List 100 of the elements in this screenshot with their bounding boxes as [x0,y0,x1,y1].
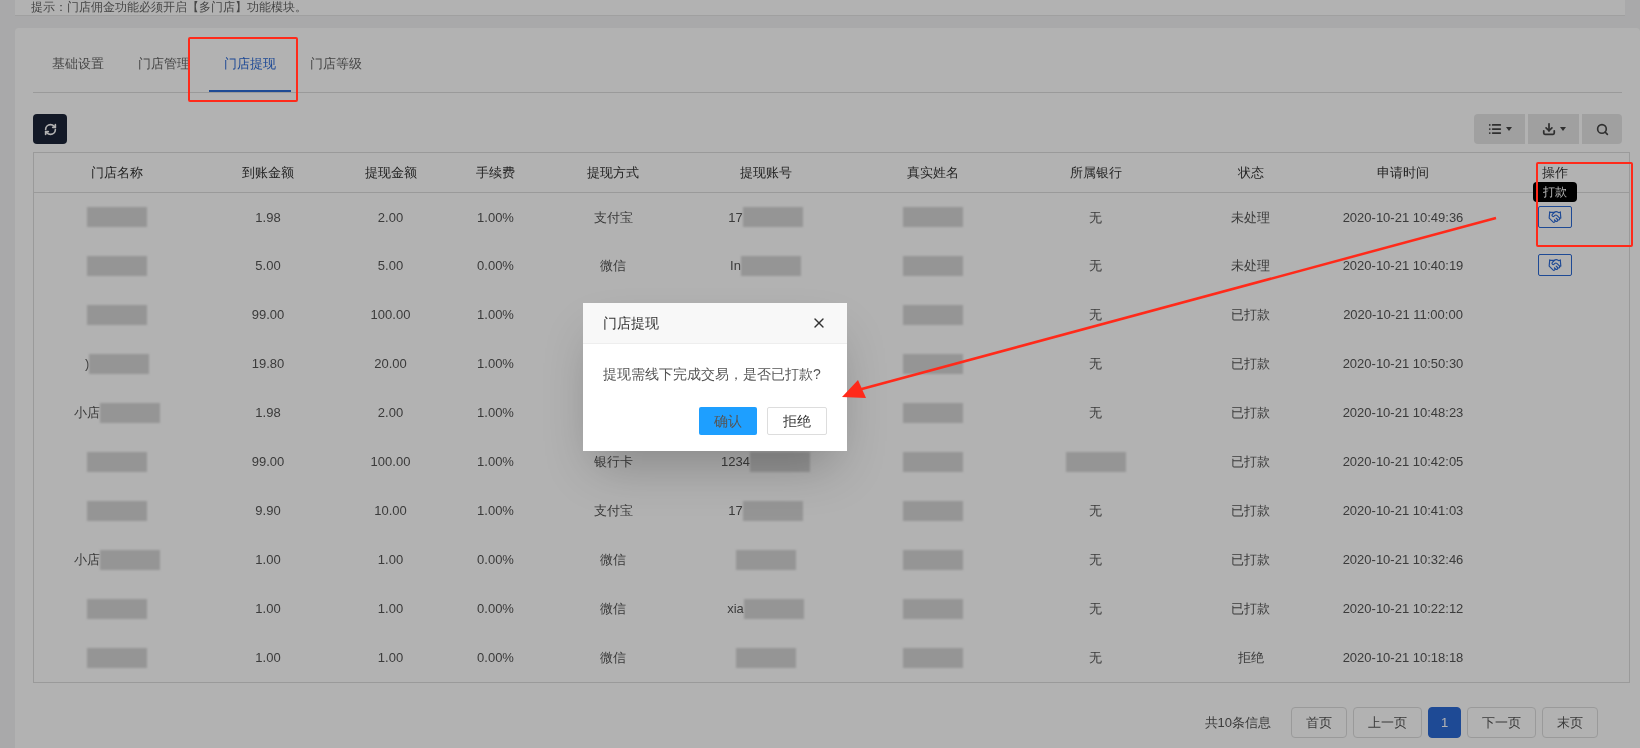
download-icon [1541,122,1556,136]
column-header: 手续费 [476,165,515,180]
withdraw-amount: 10.00 [374,503,407,519]
withdraw-method: 微信 [600,258,626,274]
withdraw-amount: 1.00 [377,552,404,568]
column-header: 门店名称 [91,165,144,180]
apply-time: 2020-10-21 10:42:05 [1342,454,1464,470]
bank: 无 [1089,601,1102,617]
status: 未处理 [1231,258,1270,274]
status: 已打款 [1231,601,1270,617]
pagination-button[interactable]: 1 [1428,707,1461,738]
account: xia [727,600,744,619]
tab[interactable]: 门店等级 [295,37,377,92]
column-header: 申请时间 [1377,165,1429,180]
bank: 无 [1089,650,1102,665]
status: 已打款 [1231,405,1270,421]
pagination-button[interactable]: 上一页 [1353,707,1422,738]
tab[interactable]: 基础设置 [37,37,119,92]
account: 1234 [721,453,750,472]
pagination-button[interactable]: 首页 [1291,707,1347,738]
status: 已打款 [1231,503,1270,519]
dialog-message: 提现需线下完成交易，是否已打款? [602,365,822,384]
bank: 无 [1089,307,1102,323]
caret-icon [1559,127,1566,131]
withdraw-method: 支付宝 [593,209,633,225]
account: 17 [728,208,743,227]
dialog-button[interactable]: 确认 [699,407,757,435]
received-amount: 9.90 [255,503,281,519]
received-amount: 1.98 [255,405,281,421]
bank: 无 [1089,405,1102,421]
fee: 0.00% [477,650,514,665]
apply-time: 2020-10-21 10:49:36 [1342,209,1464,225]
status: 拒绝 [1237,650,1264,665]
pagination-button[interactable]: 末页 [1542,707,1598,738]
withdraw-method: 微信 [600,650,626,665]
pagination-button[interactable]: 下一页 [1467,707,1536,738]
list-icon [1487,122,1502,136]
column-header: 真实姓名 [907,165,959,180]
received-amount: 1.00 [255,552,281,568]
withdraw-method: 微信 [600,552,626,568]
tab[interactable]: 门店提现 [209,37,291,92]
fee: 1.00% [477,405,514,421]
notice-bar: 提示：门店佣金功能必须开启【多门店】功能模块。 [15,0,1625,16]
withdraw-method: 银行卡 [593,454,633,470]
received-amount: 99.00 [251,307,285,323]
tooltip: 打款 [1532,182,1577,202]
store-name: 小店 [74,404,101,423]
received-amount: 1.98 [255,209,281,225]
column-header: 提现方式 [587,165,639,180]
received-amount: 1.00 [255,650,281,665]
dialog-button[interactable]: 拒绝 [767,407,827,435]
bank: 无 [1089,258,1102,274]
withdraw-method: 微信 [600,601,626,617]
status: 已打款 [1231,454,1270,470]
bank: 无 [1089,552,1102,568]
pay-button[interactable] [1537,205,1572,228]
status: 已打款 [1231,307,1270,323]
column-header: 所属银行 [1069,165,1122,180]
withdraw-method: 支付宝 [593,503,633,519]
columns-dropdown[interactable] [1474,114,1525,144]
withdraw-amount: 2.00 [377,209,404,225]
apply-time: 2020-10-21 10:40:19 [1342,258,1464,274]
apply-time: 2020-10-21 10:41:03 [1342,503,1464,519]
fee: 0.00% [477,258,514,274]
fee: 1.00% [477,454,514,470]
apply-time: 2020-10-21 10:48:23 [1342,405,1464,421]
store-name: ) [85,355,90,374]
refresh-button[interactable] [33,114,67,144]
caret-icon [1505,127,1512,131]
received-amount: 19.80 [251,356,285,372]
handshake-icon [1547,258,1562,273]
fee: 1.00% [477,209,514,225]
refresh-icon [43,122,57,136]
status: 未处理 [1231,209,1270,225]
bank: 无 [1089,209,1102,225]
withdraw-amount: 1.00 [377,650,404,665]
apply-time: 2020-10-21 10:32:46 [1342,552,1464,568]
column-header: 状态 [1237,165,1264,180]
apply-time: 2020-10-21 11:00:00 [1343,307,1463,323]
fee: 1.00% [477,307,514,323]
withdraw-amount: 100.00 [370,307,411,323]
column-header: 操作 [1541,165,1568,180]
received-amount: 99.00 [251,454,285,470]
handshake-icon [1547,209,1562,224]
apply-time: 2020-10-21 10:50:30 [1342,356,1464,372]
total-count: 共10条信息 [1204,713,1271,732]
search-button[interactable] [1582,114,1622,144]
account: 17 [728,502,743,521]
withdraw-amount: 5.00 [377,258,404,274]
export-dropdown[interactable] [1528,114,1579,144]
withdraw-amount: 100.00 [370,454,411,470]
fee: 0.00% [477,601,514,617]
column-header: 到账金额 [242,165,294,180]
account: In [730,257,741,276]
withdraw-amount: 20.00 [374,356,407,372]
dialog-title: 门店提现 [603,313,659,333]
status: 已打款 [1231,356,1270,372]
pay-button[interactable] [1537,254,1572,277]
apply-time: 2020-10-21 10:22:12 [1342,601,1464,617]
apply-time: 2020-10-21 10:18:18 [1342,650,1464,665]
